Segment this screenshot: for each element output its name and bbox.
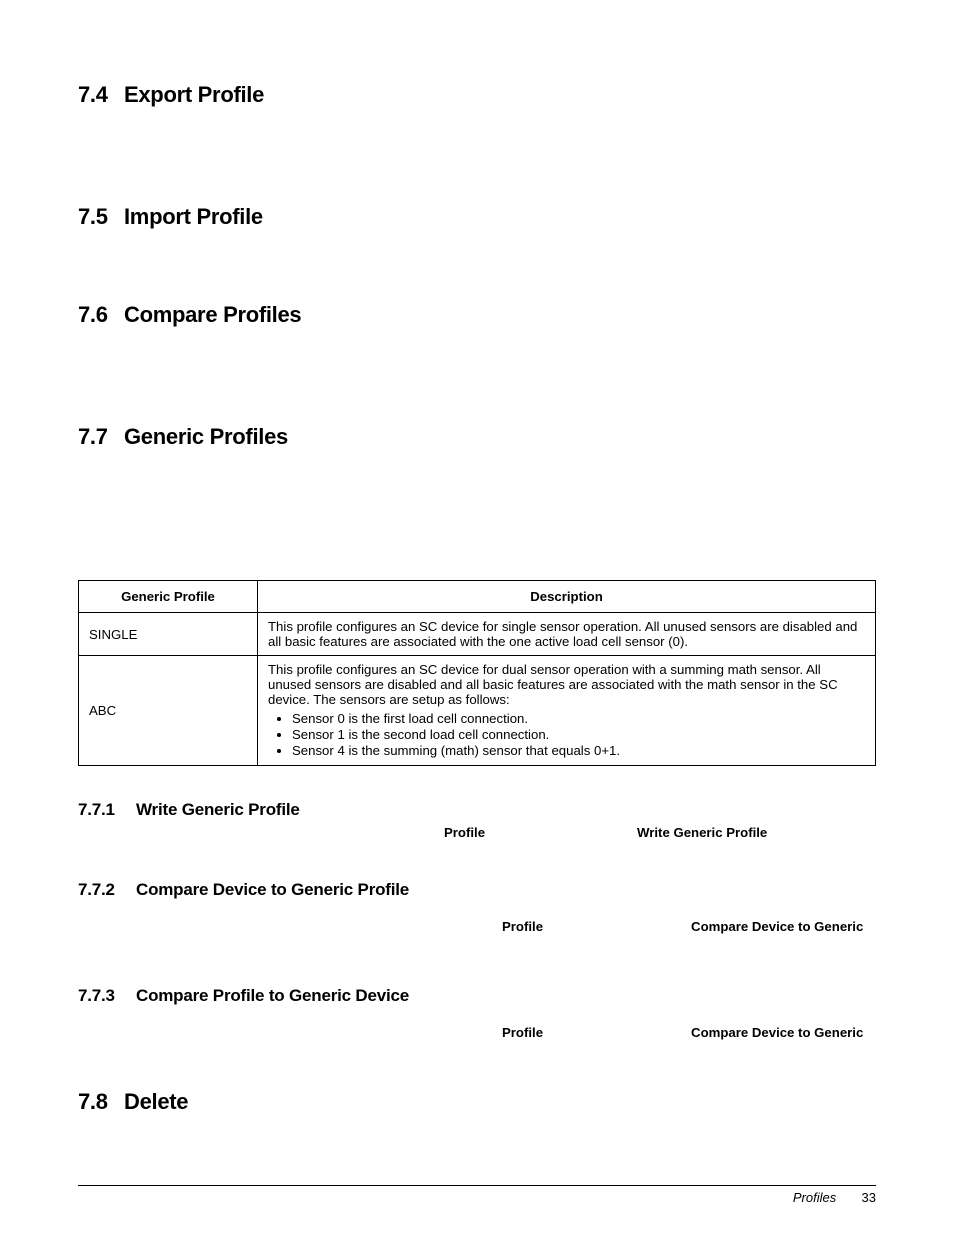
heading-7-4: 7.4Export Profile: [78, 82, 876, 108]
heading-7-6: 7.6Compare Profiles: [78, 302, 876, 328]
subheading-7-7-2: 7.7.2Compare Device to Generic Profile: [78, 880, 876, 900]
page: 7.4Export Profile 7.5Import Profile 7.6C…: [0, 0, 954, 1235]
heading-num: 7.4: [78, 82, 124, 108]
heading-7-8: 7.8Delete: [78, 1089, 876, 1115]
list-item: Sensor 4 is the summing (math) sensor th…: [292, 743, 865, 758]
list-item: Sensor 1 is the second load cell connect…: [292, 727, 865, 742]
table-row: SINGLE This profile configures an SC dev…: [79, 613, 876, 656]
table-header-row: Generic Profile Description: [79, 581, 876, 613]
heading-7-5: 7.5Import Profile: [78, 204, 876, 230]
table-row: ABC This profile configures an SC device…: [79, 656, 876, 766]
subheading-num: 7.7.2: [78, 880, 136, 900]
subheading-7-7-1: 7.7.1Write Generic Profile: [78, 800, 876, 820]
heading-title: Delete: [124, 1089, 188, 1114]
body-line-771: Profile Write Generic Profile: [78, 824, 876, 842]
profile-desc-cell: This profile configures an SC device for…: [258, 613, 876, 656]
strong-word: Profile: [502, 919, 543, 934]
subheading-title: Write Generic Profile: [136, 800, 300, 819]
strong-word: Compare Device to Generic: [691, 919, 863, 934]
heading-num: 7.7: [78, 424, 124, 450]
strong-word: Profile: [444, 825, 485, 840]
generic-profiles-table-wrap: Generic Profile Description SINGLE This …: [78, 580, 876, 766]
heading-title: Import Profile: [124, 204, 263, 229]
table-header-description: Description: [258, 581, 876, 613]
strong-word: Write Generic Profile: [637, 825, 767, 840]
footer-section: Profiles: [793, 1190, 836, 1205]
list-item: Sensor 0 is the first load cell connecti…: [292, 711, 865, 726]
strong-word: Profile: [502, 1025, 543, 1040]
profile-bullet-list: Sensor 0 is the first load cell connecti…: [268, 711, 865, 758]
subheading-title: Compare Profile to Generic Device: [136, 986, 409, 1005]
heading-title: Generic Profiles: [124, 424, 288, 449]
body-line-772: Profile Compare Device to Generic: [78, 918, 876, 936]
footer-page-number: 33: [862, 1190, 876, 1205]
subheading-title: Compare Device to Generic Profile: [136, 880, 409, 899]
footer-line: Profiles 33: [78, 1190, 876, 1205]
subheading-num: 7.7.3: [78, 986, 136, 1006]
profile-name-cell: ABC: [79, 656, 258, 766]
footer-rule: [78, 1185, 876, 1186]
subheading-num: 7.7.1: [78, 800, 136, 820]
body-line-773: Profile Compare Device to Generic: [78, 1024, 876, 1042]
heading-title: Compare Profiles: [124, 302, 301, 327]
strong-word: Compare Device to Generic: [691, 1025, 863, 1040]
heading-num: 7.8: [78, 1089, 124, 1115]
footer-gap: [840, 1190, 858, 1205]
table-header-profile: Generic Profile: [79, 581, 258, 613]
heading-title: Export Profile: [124, 82, 264, 107]
heading-num: 7.6: [78, 302, 124, 328]
profile-desc-intro: This profile configures an SC device for…: [268, 662, 838, 707]
profile-desc-cell: This profile configures an SC device for…: [258, 656, 876, 766]
heading-num: 7.5: [78, 204, 124, 230]
page-footer: Profiles 33: [78, 1185, 876, 1205]
subheading-7-7-3: 7.7.3Compare Profile to Generic Device: [78, 986, 876, 1006]
heading-7-7: 7.7Generic Profiles: [78, 424, 876, 450]
generic-profiles-table: Generic Profile Description SINGLE This …: [78, 580, 876, 766]
profile-name-cell: SINGLE: [79, 613, 258, 656]
